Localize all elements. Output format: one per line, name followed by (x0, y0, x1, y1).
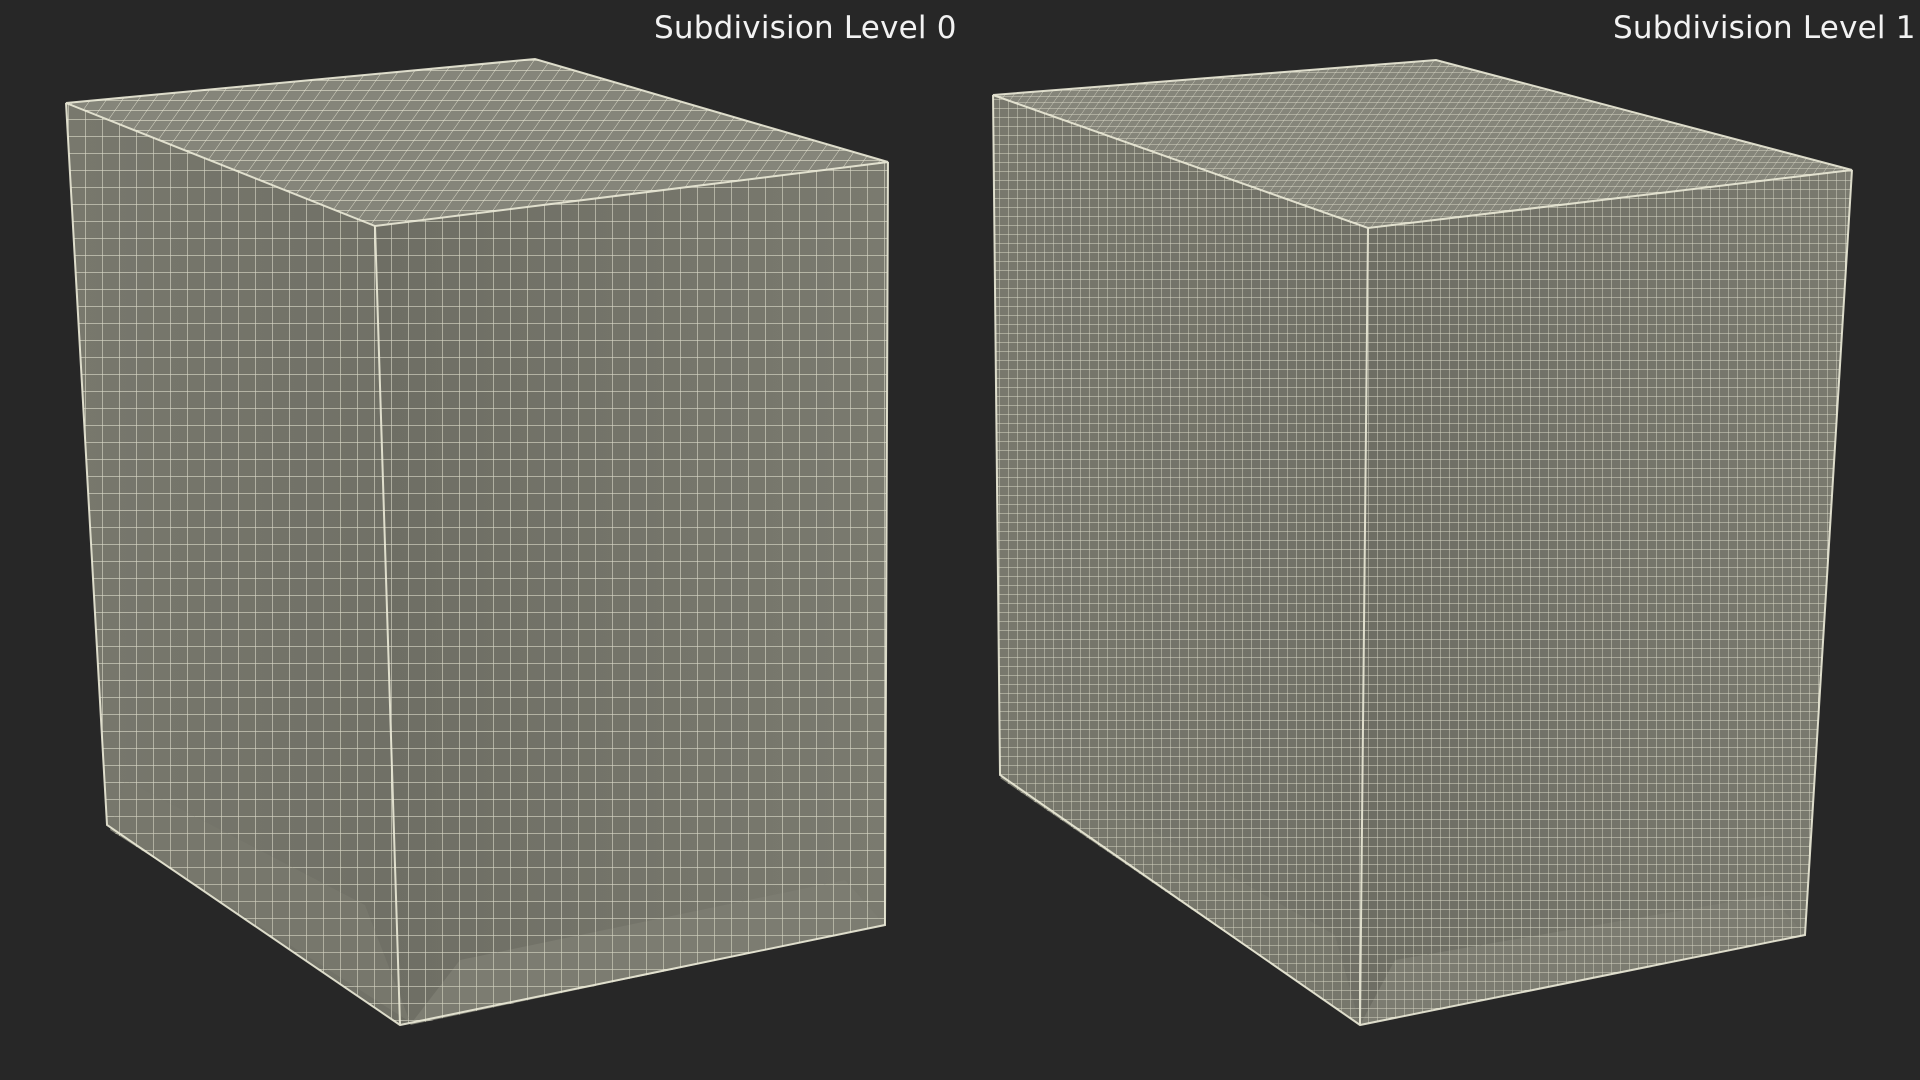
render-viewport: Subdivision Level 0 Subdivision Level 1 (0, 0, 1920, 1080)
box-subdivision-level-1 (992, 58, 1853, 1027)
panel-label-level-1: Subdivision Level 1 (1613, 10, 1916, 46)
wireframe-render (65, 57, 1853, 1027)
box-subdivision-level-0 (65, 57, 889, 1027)
panel-label-level-0: Subdivision Level 0 (654, 10, 957, 46)
